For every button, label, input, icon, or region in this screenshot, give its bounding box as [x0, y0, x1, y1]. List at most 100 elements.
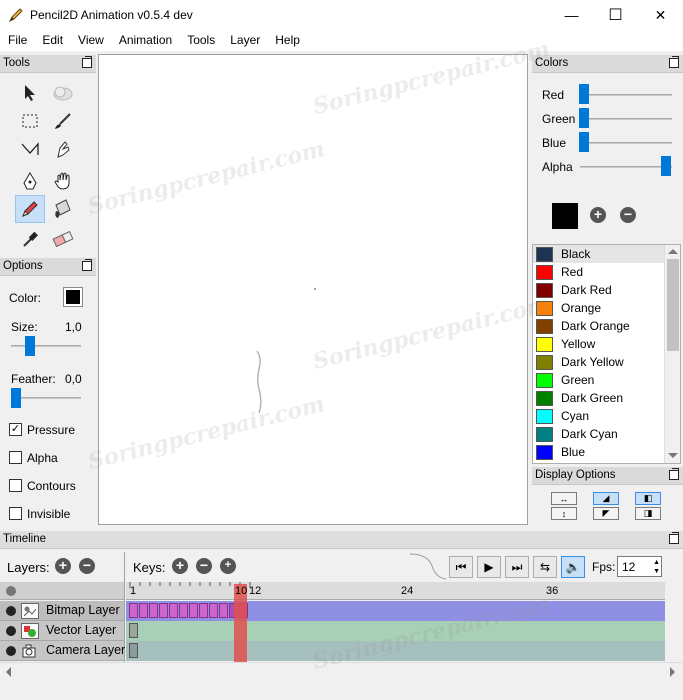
swatch-item[interactable]: Dark Cyan: [533, 425, 680, 443]
remove-key-button[interactable]: −: [196, 558, 212, 574]
feather-slider-thumb[interactable]: [11, 388, 21, 408]
blue-slider-thumb[interactable]: [579, 132, 589, 152]
keyframe[interactable]: [219, 603, 228, 618]
keyframe[interactable]: [129, 643, 138, 658]
green-slider-track[interactable]: [580, 118, 672, 120]
outline-icon[interactable]: ◢: [593, 492, 619, 505]
thin-lines-icon[interactable]: ◤: [593, 507, 619, 520]
frame-ruler[interactable]: [126, 582, 665, 600]
vertical-flip-icon[interactable]: ↕: [551, 507, 577, 520]
swatch-item[interactable]: Dark Red: [533, 281, 680, 299]
feather-slider-track[interactable]: [11, 397, 81, 399]
undock-icon[interactable]: [669, 468, 679, 480]
eyedropper-tool-button[interactable]: [15, 225, 45, 253]
scroll-thumb[interactable]: [667, 259, 679, 351]
swatch-item[interactable]: Cyan: [533, 407, 680, 425]
swatch-item[interactable]: Blue: [533, 443, 680, 461]
alpha-slider-track[interactable]: [580, 166, 672, 168]
fps-spin-arrows-icon[interactable]: ▲ ▼: [653, 558, 660, 576]
keyframe[interactable]: [129, 603, 138, 618]
blue-slider-track[interactable]: [580, 142, 672, 144]
hand-tool-button[interactable]: [48, 167, 78, 195]
remove-color-button[interactable]: −: [620, 207, 636, 223]
swatch-item[interactable]: Green: [533, 371, 680, 389]
red-slider-thumb[interactable]: [579, 84, 589, 104]
jump-to-start-button[interactable]: ⏮: [449, 556, 473, 578]
swatch-item[interactable]: Dark Yellow: [533, 353, 680, 371]
layer-visibility-icon[interactable]: [6, 646, 16, 656]
track-bitmap[interactable]: [126, 601, 665, 621]
swatch-item[interactable]: Red: [533, 263, 680, 281]
pressure-checkbox[interactable]: ✓: [9, 423, 22, 436]
brush-tool-button[interactable]: [48, 107, 78, 135]
keyframe[interactable]: [209, 603, 218, 618]
polyline-tool-button[interactable]: [15, 135, 45, 163]
horizontal-flip-icon[interactable]: ↔: [551, 492, 577, 505]
menu-file[interactable]: File: [0, 30, 34, 51]
onion-next-icon[interactable]: ◨: [635, 507, 661, 520]
contours-checkbox[interactable]: [9, 479, 22, 492]
undock-icon[interactable]: [669, 56, 679, 68]
color-swatch-list[interactable]: Black Red Dark Red Orange Dark Orange Ye…: [532, 244, 681, 464]
layer-row-camera[interactable]: Camera Layer: [0, 641, 125, 661]
menu-help[interactable]: Help: [267, 30, 307, 51]
onion-prev-icon[interactable]: ◧: [635, 492, 661, 505]
drawing-canvas[interactable]: [98, 54, 528, 525]
scroll-down-arrow-icon[interactable]: [668, 453, 678, 458]
color-button[interactable]: [63, 287, 83, 307]
keyframe[interactable]: [159, 603, 168, 618]
invisible-checkbox[interactable]: [9, 507, 22, 520]
maximize-button[interactable]: ☐: [593, 0, 638, 30]
minimize-button[interactable]: —: [549, 0, 594, 30]
keyframe[interactable]: [149, 603, 158, 618]
keyframe[interactable]: [169, 603, 178, 618]
timeline-hscrollbar[interactable]: [0, 662, 683, 680]
play-button[interactable]: ▶: [477, 556, 501, 578]
scroll-right-arrow-icon[interactable]: [670, 667, 675, 677]
current-color-box[interactable]: [552, 203, 578, 229]
swatch-item[interactable]: Dark Green: [533, 389, 680, 407]
eraser-tool-button[interactable]: [48, 225, 78, 253]
swatch-scrollbar[interactable]: [664, 245, 680, 463]
menu-view[interactable]: View: [70, 30, 111, 51]
menu-tools[interactable]: Tools: [179, 30, 222, 51]
undock-icon[interactable]: [669, 532, 679, 544]
red-slider-track[interactable]: [580, 94, 672, 96]
smudge-hand-tool-button[interactable]: [48, 135, 78, 163]
add-color-button[interactable]: +: [590, 207, 606, 223]
remove-layer-button[interactable]: −: [79, 558, 95, 574]
add-layer-button[interactable]: +: [55, 558, 71, 574]
duplicate-key-button[interactable]: +: [220, 558, 236, 574]
layer-visibility-icon[interactable]: [6, 606, 16, 616]
menu-edit[interactable]: Edit: [34, 30, 70, 51]
jump-to-end-button[interactable]: ⏭: [505, 556, 529, 578]
alpha-checkbox[interactable]: [9, 451, 22, 464]
keyframe[interactable]: [129, 623, 138, 638]
smudge-tool-button[interactable]: [48, 79, 78, 107]
scroll-up-arrow-icon[interactable]: [668, 249, 678, 254]
layer-row-vector[interactable]: Vector Layer: [0, 621, 124, 641]
bucket-tool-button[interactable]: [48, 195, 78, 223]
rectangle-select-tool-button[interactable]: [15, 107, 45, 135]
sound-button[interactable]: 🔈: [561, 556, 585, 578]
keyframe[interactable]: [179, 603, 188, 618]
close-button[interactable]: ✕: [638, 0, 683, 30]
swatch-item[interactable]: Dark Orange: [533, 317, 680, 335]
keyframe[interactable]: [189, 603, 198, 618]
size-slider-thumb[interactable]: [25, 336, 35, 356]
keyframe[interactable]: [139, 603, 148, 618]
select-tool-button[interactable]: [15, 79, 45, 107]
layer-visibility-icon[interactable]: [6, 626, 16, 636]
pencil-tool-button[interactable]: [15, 195, 45, 223]
track-vector[interactable]: [126, 621, 665, 641]
undock-icon[interactable]: [82, 56, 92, 68]
menu-animation[interactable]: Animation: [111, 30, 179, 51]
green-slider-thumb[interactable]: [579, 108, 589, 128]
swatch-item[interactable]: Black: [533, 245, 680, 263]
undock-icon[interactable]: [82, 259, 92, 271]
fps-spinbox[interactable]: 12 ▲ ▼: [617, 556, 662, 577]
alpha-slider-thumb[interactable]: [661, 156, 671, 176]
visibility-all-icon[interactable]: [6, 586, 16, 596]
pen-tool-button[interactable]: [15, 167, 45, 195]
add-key-button[interactable]: +: [172, 558, 188, 574]
